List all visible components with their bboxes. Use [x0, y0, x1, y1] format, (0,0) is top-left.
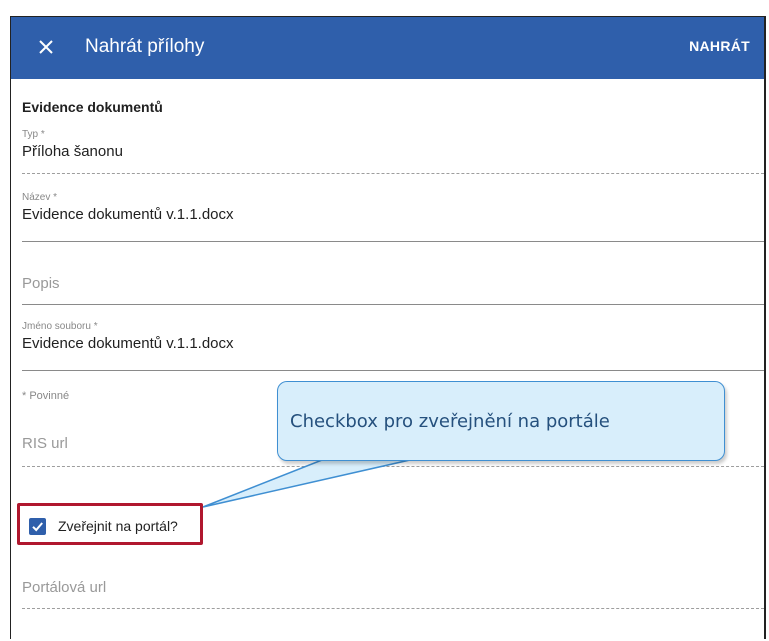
filename-field-label: Jméno souboru *	[22, 321, 98, 332]
portal-url-field[interactable]: Portálová url	[22, 579, 764, 609]
name-field[interactable]: Název * Evidence dokumentů v.1.1.docx	[22, 192, 764, 242]
close-button[interactable]	[29, 30, 63, 64]
type-field-label: Typ *	[22, 129, 45, 140]
name-field-underline	[22, 241, 764, 242]
dialog: Nahrát přílohy NAHRÁT Evidence dokumentů…	[10, 16, 766, 639]
ris-url-underline	[22, 466, 764, 467]
type-field[interactable]: Typ * Příloha šanonu	[22, 129, 764, 174]
dialog-title: Nahrát přílohy	[85, 36, 205, 57]
description-field-underline	[22, 304, 764, 305]
annotation-callout: Checkbox pro zveřejnění na portále	[277, 381, 725, 461]
type-field-underline	[22, 173, 764, 174]
close-icon	[39, 40, 53, 54]
description-field[interactable]: Popis	[22, 275, 764, 305]
name-field-label: Název *	[22, 192, 58, 203]
callout-text: Checkbox pro zveřejnění na portále	[290, 410, 610, 432]
section-title: Evidence dokumentů	[22, 99, 163, 115]
filename-field-underline	[22, 370, 764, 371]
portal-url-placeholder: Portálová url	[22, 579, 107, 596]
upload-button[interactable]: NAHRÁT	[689, 38, 750, 54]
portal-url-underline	[22, 608, 764, 609]
filename-field[interactable]: Jméno souboru * Evidence dokumentů v.1.1…	[22, 321, 764, 371]
name-field-value: Evidence dokumentů v.1.1.docx	[22, 206, 234, 223]
type-field-value: Příloha šanonu	[22, 143, 123, 160]
dialog-header: Nahrát přílohy NAHRÁT	[11, 17, 764, 79]
checkbox-highlight-box	[17, 503, 203, 545]
required-note: * Povinné	[22, 390, 70, 402]
description-field-placeholder: Popis	[22, 275, 60, 292]
filename-field-value: Evidence dokumentů v.1.1.docx	[22, 335, 234, 352]
